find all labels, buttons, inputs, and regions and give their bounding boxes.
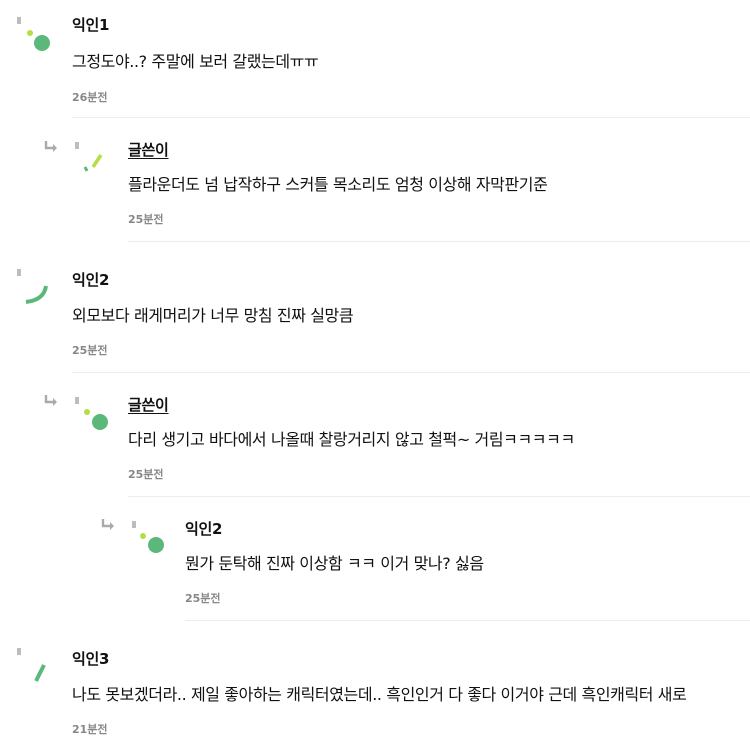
divider <box>128 241 750 242</box>
avatar-icon <box>17 269 48 304</box>
comment-author[interactable]: 익인3 <box>72 648 109 669</box>
divider <box>72 372 750 373</box>
comment-author-writer[interactable]: 글쓴이 <box>128 394 169 415</box>
comment-author[interactable]: 익인1 <box>72 14 109 35</box>
comment-author[interactable]: 익인2 <box>72 269 109 290</box>
comment-text: 다리 생기고 바다에서 나올때 찰랑거리지 않고 철퍽~ 거림ㅋㅋㅋㅋㅋ <box>128 430 575 449</box>
avatar-icon <box>132 521 164 553</box>
comment-author-writer[interactable]: 글쓴이 <box>128 139 169 160</box>
comment-time: 26분전 <box>72 91 108 104</box>
comment-text: 외모보다 래게머리가 너무 망침 진짜 실망큼 <box>72 306 354 325</box>
divider <box>128 496 750 497</box>
comment-text: 그정도야..? 주말에 보러 갈랬는데ㅠㅠ <box>72 52 319 71</box>
avatar-icon <box>75 397 108 430</box>
comment-time: 25분전 <box>128 468 164 481</box>
comment-time: 25분전 <box>72 344 108 357</box>
divider <box>185 620 750 621</box>
comment-text: 나도 못보겠더라.. 제일 좋아하는 캐릭터였는데.. 흑인인거 다 좋다 이거… <box>72 685 687 704</box>
reply-arrow-icon <box>44 141 57 152</box>
comment-text: 뭔가 둔탁해 진짜 이상함 ㅋㅋ 이거 맞나? 싫음 <box>185 554 484 573</box>
comment-author[interactable]: 익인2 <box>185 518 222 539</box>
divider <box>72 117 750 118</box>
reply-arrow-icon <box>101 519 114 530</box>
avatar-icon <box>75 142 103 172</box>
comment-time: 25분전 <box>185 592 221 605</box>
comment-time: 25분전 <box>128 213 164 226</box>
comment-text: 플라운더도 넘 납작하구 스커틀 목소리도 엄청 이상해 자막판기준 <box>128 175 548 194</box>
reply-arrow-icon <box>44 395 57 406</box>
comment-time: 21분전 <box>72 723 108 736</box>
avatar-icon <box>17 17 50 51</box>
avatar-icon <box>17 648 46 682</box>
